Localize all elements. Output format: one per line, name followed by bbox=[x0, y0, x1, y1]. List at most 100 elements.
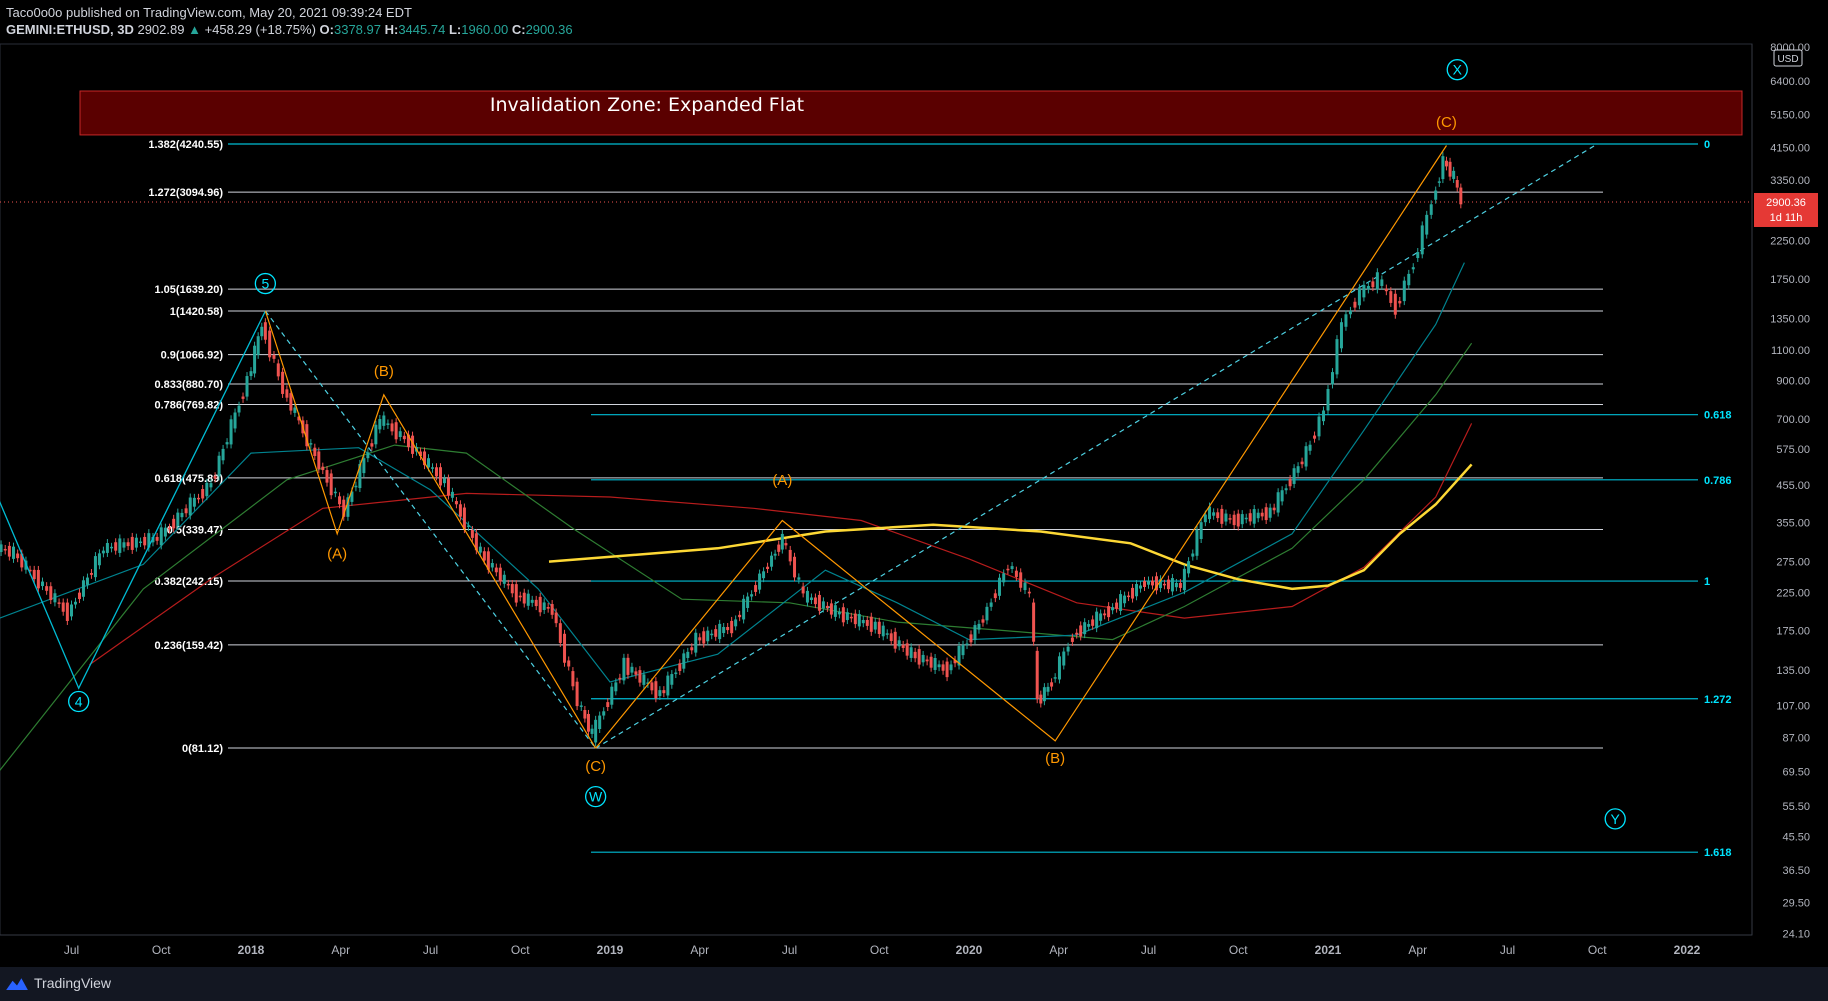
candle bbox=[1339, 322, 1343, 349]
x-tick-label: Jul bbox=[1500, 943, 1515, 957]
plot-area bbox=[0, 43, 1753, 936]
candle bbox=[378, 418, 382, 430]
candle bbox=[801, 586, 805, 594]
candle bbox=[1166, 579, 1170, 590]
fib-extension-label: 1.272 bbox=[1704, 694, 1732, 706]
candle bbox=[981, 619, 985, 623]
candle bbox=[662, 690, 666, 694]
candle bbox=[1115, 602, 1119, 609]
candle bbox=[1119, 594, 1123, 611]
candle bbox=[1248, 513, 1252, 522]
candle bbox=[722, 626, 726, 634]
candle bbox=[93, 556, 97, 578]
candle bbox=[1057, 656, 1061, 680]
candle bbox=[249, 371, 253, 377]
candle bbox=[1330, 372, 1334, 385]
candle bbox=[965, 643, 969, 646]
x-tick-label: Oct bbox=[152, 943, 171, 957]
fib-retracement-label: 1.272(3094.96) bbox=[148, 187, 223, 199]
candle bbox=[1050, 682, 1054, 687]
candle bbox=[1019, 572, 1023, 588]
candle bbox=[1131, 587, 1135, 599]
candle bbox=[634, 671, 638, 675]
candle bbox=[678, 663, 682, 671]
candle bbox=[750, 594, 754, 597]
candle bbox=[263, 322, 267, 340]
tradingview-logo[interactable]: TradingView bbox=[6, 975, 111, 991]
candle bbox=[638, 670, 642, 683]
candle bbox=[197, 497, 201, 500]
candle bbox=[1335, 339, 1339, 375]
wave-label-orange: (B) bbox=[1045, 750, 1065, 767]
candle bbox=[253, 345, 257, 374]
candle bbox=[1010, 566, 1014, 570]
candle bbox=[313, 447, 317, 457]
bar-countdown: 1d 11h bbox=[1770, 212, 1803, 224]
candle bbox=[706, 630, 710, 642]
candle bbox=[1162, 583, 1166, 586]
x-tick-label: 2020 bbox=[956, 943, 983, 957]
candle bbox=[1099, 613, 1103, 621]
candle bbox=[813, 597, 817, 605]
candle bbox=[841, 607, 845, 623]
candle bbox=[618, 677, 622, 680]
candle bbox=[502, 574, 506, 584]
candle bbox=[221, 448, 225, 461]
candle bbox=[1006, 568, 1010, 571]
candle bbox=[1260, 512, 1264, 517]
candle bbox=[993, 593, 997, 599]
candle bbox=[53, 593, 57, 603]
candle bbox=[143, 536, 147, 546]
candle bbox=[869, 616, 873, 632]
fib-retracement-label: 1(1420.58) bbox=[170, 306, 224, 318]
candle bbox=[690, 647, 694, 651]
candle bbox=[1240, 514, 1244, 525]
price-chart[interactable]: Invalidation Zone: Expanded Flat 1.382(42… bbox=[0, 0, 1828, 967]
candle bbox=[49, 586, 53, 601]
candle bbox=[1407, 273, 1411, 286]
candle bbox=[1448, 161, 1452, 177]
candle bbox=[1039, 694, 1043, 704]
candle bbox=[586, 713, 590, 732]
candle bbox=[897, 640, 901, 647]
candle bbox=[12, 546, 16, 559]
candle bbox=[1070, 637, 1074, 642]
candle bbox=[833, 605, 837, 617]
candle bbox=[845, 612, 849, 621]
candle bbox=[1268, 507, 1272, 518]
fib-retracement-label: 0.9(1066.92) bbox=[161, 350, 224, 362]
candle bbox=[1452, 170, 1456, 179]
candle bbox=[1300, 461, 1304, 465]
y-tick-label: 87.00 bbox=[1782, 732, 1810, 744]
candle bbox=[762, 571, 766, 579]
x-tick-label: Jul bbox=[1141, 943, 1156, 957]
candle bbox=[1425, 214, 1429, 235]
candle bbox=[1402, 280, 1406, 302]
footer-bar: TradingView bbox=[0, 967, 1828, 1001]
candle bbox=[590, 728, 594, 734]
candle bbox=[1398, 300, 1402, 304]
fib-retracement-label: 1.382(4240.55) bbox=[148, 139, 223, 151]
candle bbox=[558, 623, 562, 643]
candle bbox=[510, 584, 514, 594]
candle bbox=[682, 653, 686, 669]
candle bbox=[126, 542, 130, 547]
candle bbox=[738, 614, 742, 618]
candle bbox=[1441, 156, 1445, 180]
candle bbox=[122, 542, 126, 548]
candle bbox=[366, 452, 370, 459]
candle bbox=[933, 658, 937, 670]
wave-label-orange: (A) bbox=[772, 472, 792, 489]
candle bbox=[909, 647, 913, 658]
candle bbox=[1032, 602, 1036, 642]
candle bbox=[1091, 619, 1095, 626]
candle bbox=[865, 619, 869, 626]
candle bbox=[245, 376, 249, 397]
candle bbox=[45, 586, 49, 591]
candle bbox=[742, 598, 746, 620]
x-tick-label: Oct bbox=[1229, 943, 1248, 957]
candle bbox=[1182, 568, 1186, 591]
candle bbox=[1150, 580, 1154, 586]
candle bbox=[945, 661, 949, 678]
candle bbox=[726, 626, 730, 631]
